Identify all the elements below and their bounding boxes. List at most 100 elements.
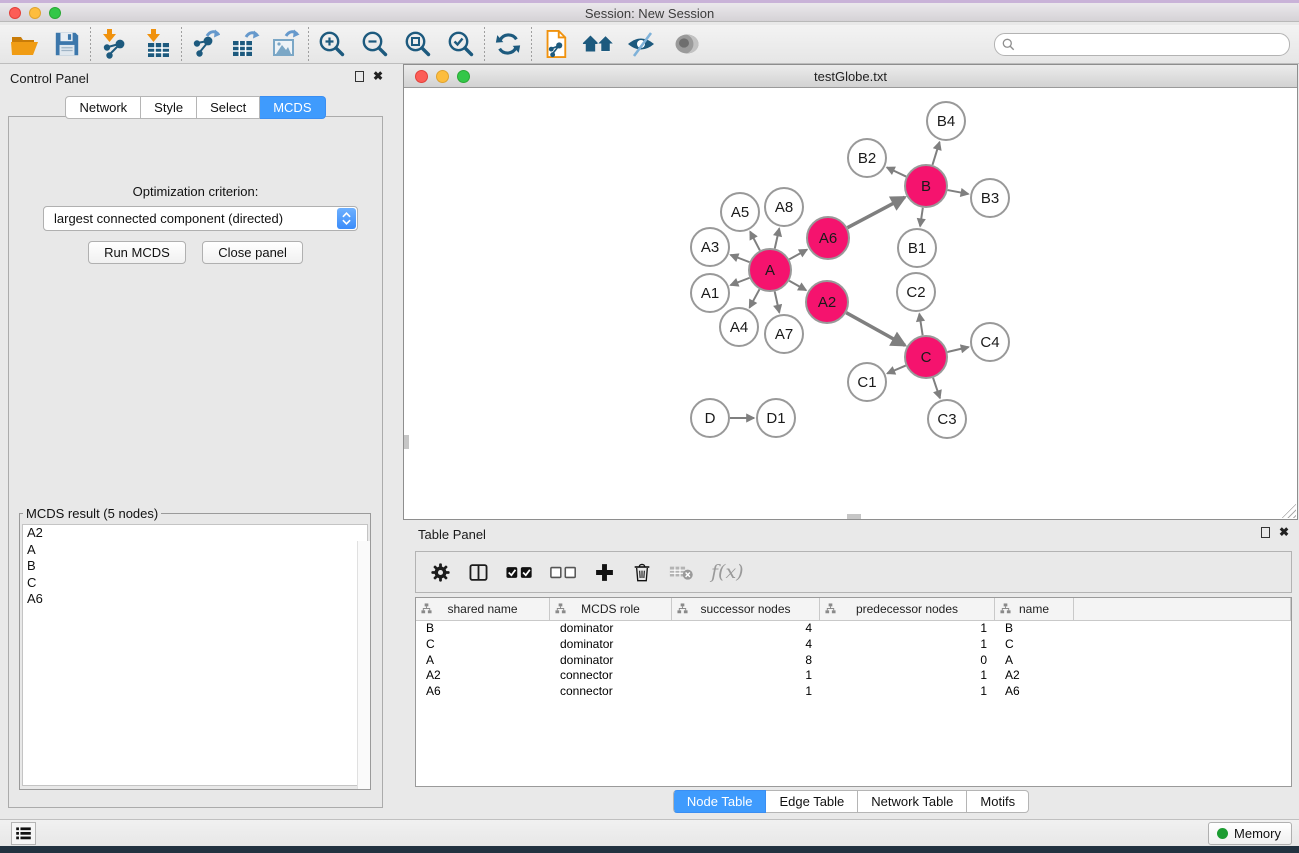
zoom-in-button[interactable] [315, 27, 349, 61]
graph-node-A[interactable]: A [749, 249, 791, 291]
table-cell[interactable]: dominator [550, 637, 672, 653]
graph-node-B3[interactable]: B3 [971, 179, 1009, 217]
hide-graphics-details-button[interactable] [624, 27, 658, 61]
graph-edge-A6-B[interactable] [847, 197, 904, 227]
column-header-name[interactable]: name [995, 598, 1074, 620]
zoom-selected-button[interactable] [444, 27, 478, 61]
table-cell[interactable]: 1 [820, 637, 995, 653]
table-cell[interactable]: A [416, 653, 550, 669]
table-cell[interactable]: 1 [820, 668, 995, 684]
graph-edge-A2-C[interactable] [846, 313, 905, 346]
graph-node-B2[interactable]: B2 [848, 139, 886, 177]
graph-node-A6[interactable]: A6 [807, 217, 849, 259]
table-row[interactable]: A6connector11A6 [416, 684, 1291, 700]
float-table-panel-icon[interactable] [1261, 527, 1270, 538]
import-table-button[interactable] [141, 27, 175, 61]
close-panel-icon[interactable]: ✖ [373, 71, 383, 82]
zoom-fit-button[interactable] [401, 27, 435, 61]
table-options-button[interactable] [430, 562, 451, 583]
table-cell[interactable]: A2 [416, 668, 550, 684]
table-cell[interactable]: connector [550, 684, 672, 700]
graph-edge-A-A5[interactable] [750, 232, 760, 251]
tab-edge-table[interactable]: Edge Table [766, 790, 858, 813]
table-row[interactable]: Cdominator41C [416, 637, 1291, 653]
show-columns-button[interactable] [468, 562, 489, 583]
graph-edge-A-A6[interactable] [789, 250, 807, 260]
graph-node-C2[interactable]: C2 [897, 273, 935, 311]
table-row[interactable]: Bdominator41B [416, 621, 1291, 637]
table-cell[interactable]: A6 [416, 684, 550, 700]
tab-node-table[interactable]: Node Table [673, 790, 767, 813]
criterion-select[interactable]: largest connected component (directed) [43, 206, 358, 231]
graph-edge-A-A4[interactable] [750, 289, 760, 307]
graph-edge-B-B1[interactable] [920, 208, 923, 226]
table-cell[interactable]: 4 [672, 637, 820, 653]
table-cell[interactable]: C [995, 637, 1074, 653]
network-hscroll[interactable] [847, 514, 861, 519]
table-cell[interactable]: connector [550, 668, 672, 684]
deselect-all-checkboxes-button[interactable] [550, 565, 577, 580]
table-row[interactable]: Adominator80A [416, 653, 1291, 669]
table-row[interactable]: A2connector11A2 [416, 668, 1291, 684]
graph-node-A5[interactable]: A5 [721, 193, 759, 231]
graph-node-A4[interactable]: A4 [720, 308, 758, 346]
new-network-from-file-button[interactable] [538, 27, 572, 61]
graph-node-B1[interactable]: B1 [898, 229, 936, 267]
column-header-successor-nodes[interactable]: successor nodes [672, 598, 820, 620]
table-cell[interactable]: C [416, 637, 550, 653]
memory-button[interactable]: Memory [1208, 822, 1292, 845]
result-item[interactable]: B [23, 558, 367, 575]
tab-network-table[interactable]: Network Table [858, 790, 967, 813]
run-mcds-button[interactable]: Run MCDS [88, 241, 186, 264]
graph-edge-C-C3[interactable] [933, 378, 940, 398]
table-cell[interactable]: 1 [672, 684, 820, 700]
result-item[interactable]: A2 [23, 525, 367, 542]
add-row-button[interactable] [594, 562, 615, 583]
graph-edge-B-B3[interactable] [948, 190, 969, 194]
graph-edge-B-B2[interactable] [887, 167, 906, 176]
table-cell[interactable]: 0 [820, 653, 995, 669]
graph-node-A8[interactable]: A8 [765, 188, 803, 226]
table-cell[interactable]: A6 [995, 684, 1074, 700]
graph-node-D1[interactable]: D1 [757, 399, 795, 437]
graph-node-A2[interactable]: A2 [806, 281, 848, 323]
float-panel-icon[interactable] [355, 71, 364, 82]
table-cell[interactable]: 1 [820, 621, 995, 637]
task-history-button[interactable] [11, 822, 36, 845]
column-header-predecessor-nodes[interactable]: predecessor nodes [820, 598, 995, 620]
table-cell[interactable]: A [995, 653, 1074, 669]
export-table-button[interactable] [228, 27, 262, 61]
zoom-out-button[interactable] [358, 27, 392, 61]
table-cell[interactable]: A2 [995, 668, 1074, 684]
export-network-button[interactable] [188, 27, 222, 61]
tab-mcds[interactable]: MCDS [260, 96, 325, 119]
search-field[interactable] [994, 33, 1290, 56]
graph-edge-A-A8[interactable] [775, 228, 779, 248]
table-cell[interactable]: 4 [672, 621, 820, 637]
result-scrollbar[interactable] [357, 541, 370, 789]
table-cell[interactable]: dominator [550, 621, 672, 637]
graph-node-A7[interactable]: A7 [765, 315, 803, 353]
graph-edge-A-A1[interactable] [731, 278, 750, 285]
result-item[interactable]: C [23, 575, 367, 592]
column-header-mcds-role[interactable]: MCDS role [550, 598, 672, 620]
table-cell[interactable]: dominator [550, 653, 672, 669]
search-input[interactable] [1015, 38, 1289, 52]
table-cell[interactable]: 1 [672, 668, 820, 684]
graph-edge-A-A7[interactable] [775, 291, 780, 312]
graph-edge-B-B4[interactable] [932, 142, 939, 165]
graph-edge-C-C1[interactable] [887, 366, 905, 374]
table-cell[interactable]: B [995, 621, 1074, 637]
graph-node-B[interactable]: B [905, 165, 947, 207]
network-overview-button[interactable] [581, 27, 615, 61]
close-table-panel-icon[interactable]: ✖ [1279, 527, 1289, 538]
delete-table-button[interactable] [669, 563, 694, 581]
function-builder-button[interactable]: f(x) [711, 561, 744, 583]
show-graphics-details-button[interactable] [670, 27, 704, 61]
graph-edge-A-A2[interactable] [789, 281, 806, 290]
tab-select[interactable]: Select [197, 96, 260, 119]
tab-network[interactable]: Network [65, 96, 141, 119]
network-canvas[interactable]: B4B2BB3A8A5A6A3B1AC2A1A2A4A7C4CC1DD1C3 [404, 88, 1297, 519]
tab-style[interactable]: Style [141, 96, 197, 119]
open-session-button[interactable] [8, 27, 42, 61]
